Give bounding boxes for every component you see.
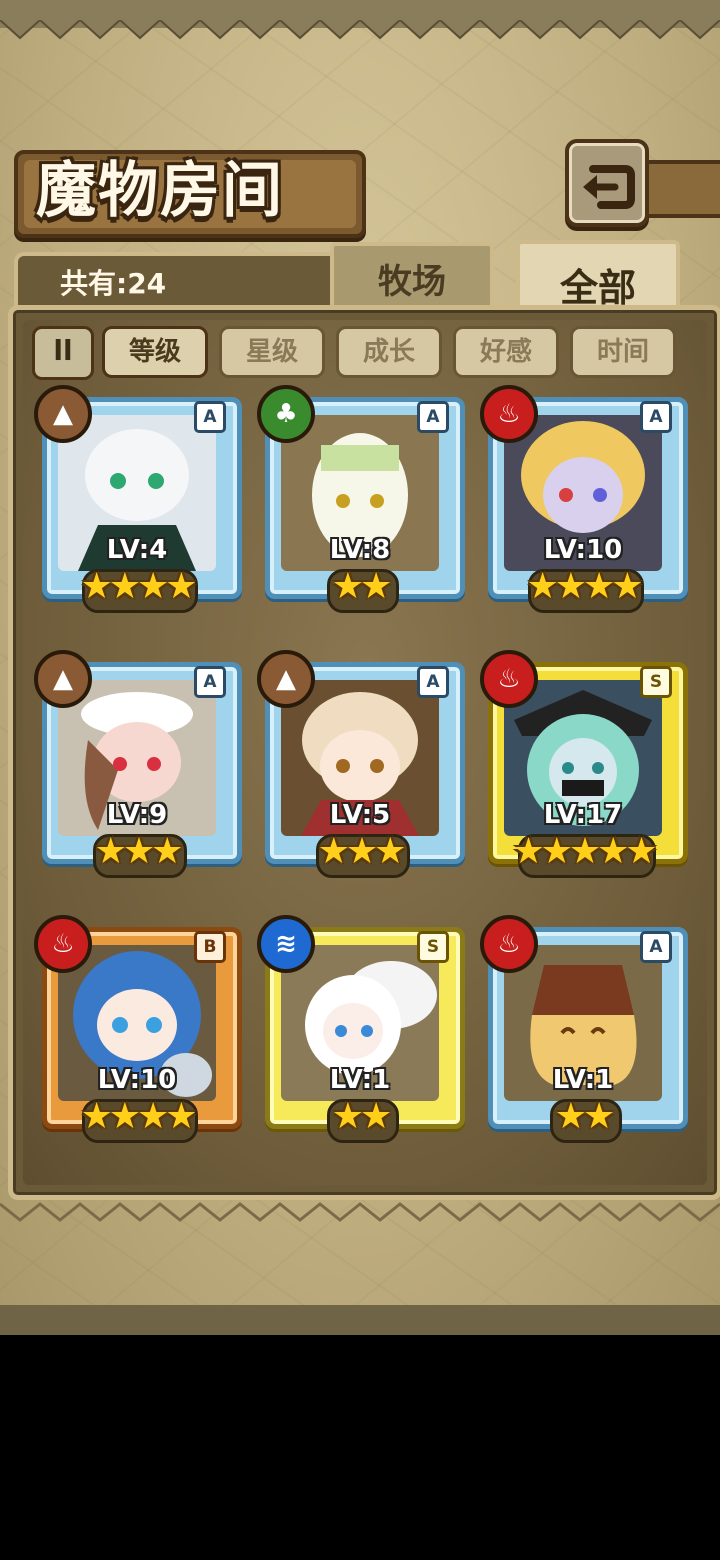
monster-level: LV:1 — [329, 1065, 391, 1095]
rarity-badge: A — [640, 401, 672, 433]
monster-card[interactable]: ♨ S LV:17 ★★★★★ — [480, 650, 688, 880]
monster-level: LV:5 — [329, 800, 391, 830]
fire-element-icon: ♨ — [480, 385, 538, 443]
earth-element-icon: ▲ — [34, 650, 92, 708]
monster-level: LV:17 — [543, 800, 623, 830]
back-arrow-icon — [583, 165, 635, 209]
game-screen: 魔物房间 共有:24 牧场 全部 ll 等级 星级 成长 好感 时间 ▲ A L… — [0, 0, 720, 1335]
rarity-badge: A — [194, 401, 226, 433]
monster-card[interactable]: ▲ A LV:4 ★★★★ — [34, 385, 242, 615]
rarity-badge: B — [194, 931, 226, 963]
sort-by-star-button[interactable]: 星级 — [219, 326, 325, 378]
earth-element-icon: ▲ — [34, 385, 92, 443]
fire-element-icon: ♨ — [480, 915, 538, 973]
sort-by-growth-button[interactable]: 成长 — [336, 326, 442, 378]
rarity-badge: S — [640, 666, 672, 698]
rarity-badge: A — [640, 931, 672, 963]
sort-by-affection-button[interactable]: 好感 — [453, 326, 559, 378]
fire-element-icon: ♨ — [480, 650, 538, 708]
monster-card[interactable]: ♣ A LV:8 ★★ — [257, 385, 465, 615]
monster-card[interactable]: ▲ A LV:5 ★★★ — [257, 650, 465, 880]
monster-stars: ★★★★ — [80, 566, 197, 607]
page-title: 魔物房间 — [36, 156, 284, 226]
monster-level: LV:4 — [106, 535, 168, 565]
rarity-badge: S — [417, 931, 449, 963]
monster-card[interactable]: ♨ B LV:10 ★★★★ — [34, 915, 242, 1145]
monster-stars: ★★ — [554, 1096, 616, 1137]
fire-element-icon: ♨ — [34, 915, 92, 973]
monster-level: LV:9 — [106, 800, 168, 830]
monster-card[interactable]: ≋ S LV:1 ★★ — [257, 915, 465, 1145]
rarity-badge: A — [417, 666, 449, 698]
monster-stars: ★★★ — [94, 831, 184, 872]
sort-bar: ll 等级 星级 成长 好感 时间 — [32, 326, 682, 380]
monster-stars: ★★★ — [317, 831, 407, 872]
monster-level: LV:10 — [97, 1065, 177, 1095]
back-button-tail — [640, 160, 720, 218]
bottom-border — [0, 1305, 720, 1335]
monster-card[interactable]: ♨ A LV:1 ★★ — [480, 915, 688, 1145]
monster-stars: ★★ — [331, 566, 393, 607]
monster-level: LV:1 — [552, 1065, 614, 1095]
earth-element-icon: ▲ — [257, 650, 315, 708]
top-zigzag-border — [0, 20, 720, 40]
sort-by-level-button[interactable]: 等级 — [102, 326, 208, 378]
sort-order-toggle[interactable]: ll — [32, 326, 94, 380]
sort-by-time-button[interactable]: 时间 — [570, 326, 676, 378]
bottom-zigzag-border — [0, 1202, 720, 1222]
monster-level: LV:10 — [543, 535, 623, 565]
back-button[interactable] — [565, 139, 649, 227]
tab-farm[interactable]: 牧场 — [330, 242, 494, 308]
rarity-badge: A — [194, 666, 226, 698]
monster-stars: ★★★★ — [80, 1096, 197, 1137]
monster-stars: ★★★★ — [526, 566, 643, 607]
leaf-element-icon: ♣ — [257, 385, 315, 443]
monster-card[interactable]: ♨ A LV:10 ★★★★ — [480, 385, 688, 615]
monster-stars: ★★ — [331, 1096, 393, 1137]
monster-stars: ★★★★★ — [512, 831, 657, 872]
water-element-icon: ≋ — [257, 915, 315, 973]
rarity-badge: A — [417, 401, 449, 433]
monster-card[interactable]: ▲ A LV:9 ★★★ — [34, 650, 242, 880]
monster-level: LV:8 — [329, 535, 391, 565]
monster-count: 共有:24 — [60, 267, 167, 300]
